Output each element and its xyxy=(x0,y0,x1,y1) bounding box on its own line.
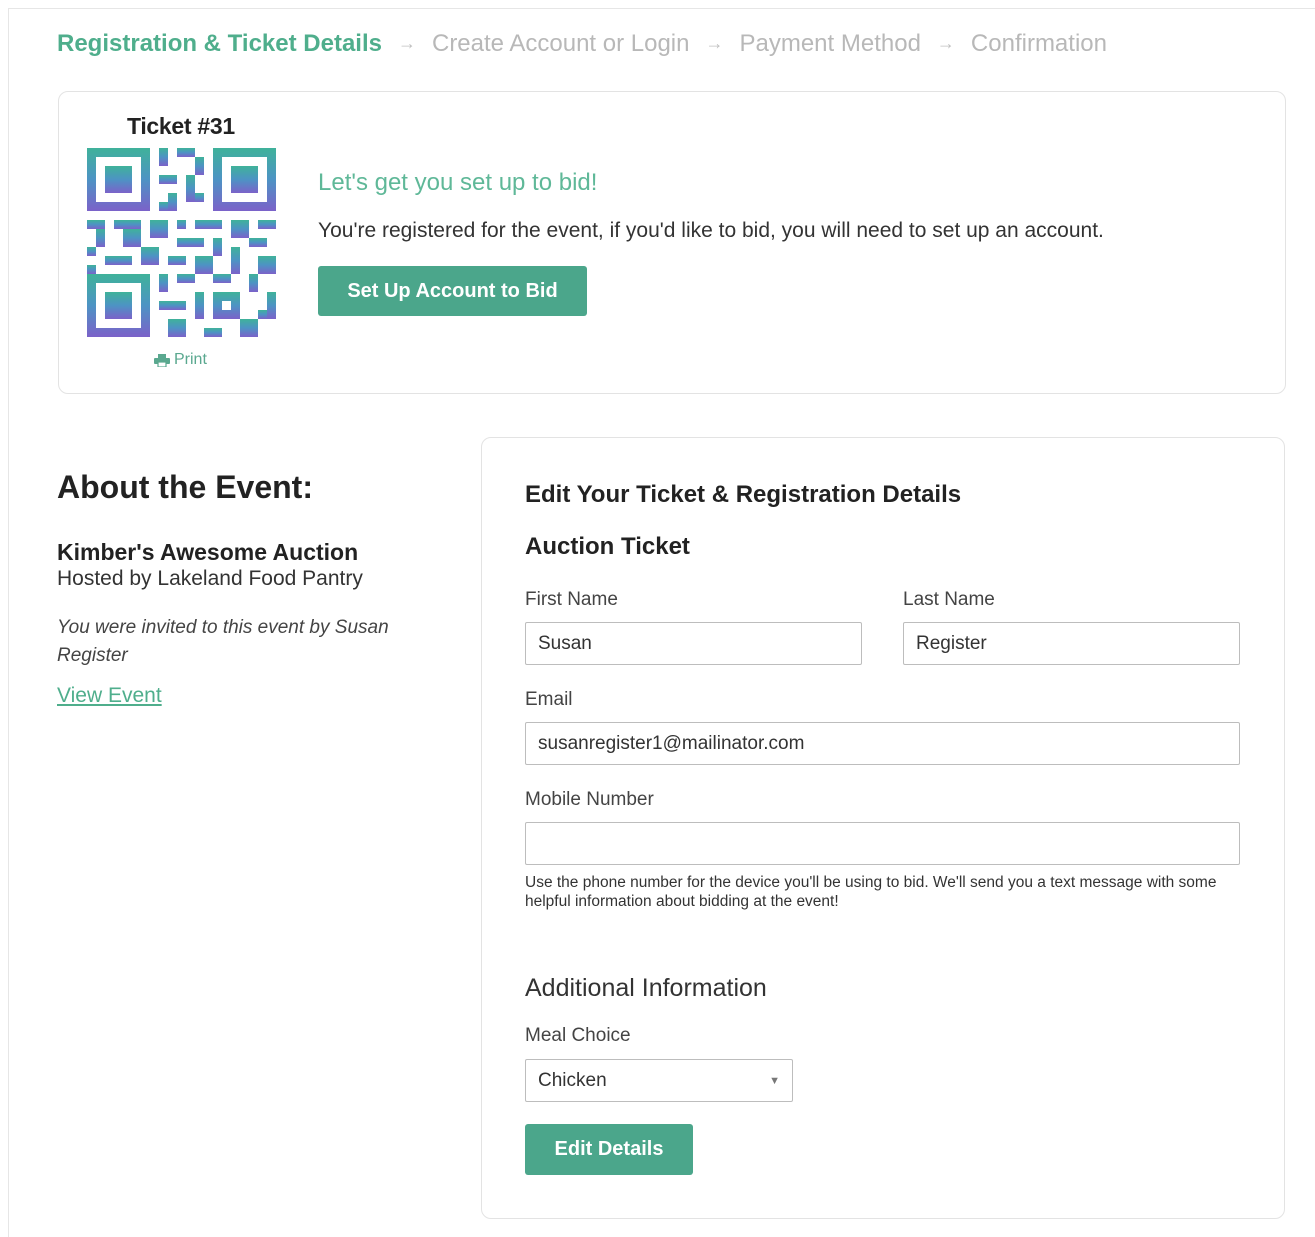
bid-message: You're registered for the event, if you'… xyxy=(318,219,1104,242)
arrow-right-icon: → xyxy=(705,32,724,53)
meal-choice-value: Chicken xyxy=(538,1069,607,1091)
email-label: Email xyxy=(525,689,573,710)
step-registration: Registration & Ticket Details xyxy=(57,30,382,57)
form-title: Edit Your Ticket & Registration Details xyxy=(525,481,962,508)
meal-choice-select[interactable]: Chicken ▼ xyxy=(525,1059,793,1102)
printer-icon xyxy=(154,353,170,367)
progress-steps: Registration & Ticket Details → Create A… xyxy=(57,30,1107,58)
print-link[interactable]: Print xyxy=(154,351,207,369)
hosted-by: Hosted by Lakeland Food Pantry xyxy=(57,567,363,590)
step-create-account: Create Account or Login xyxy=(431,30,690,57)
about-title: About the Event: xyxy=(57,469,313,505)
caret-down-icon: ▼ xyxy=(769,1074,780,1087)
ticket-type-heading: Auction Ticket xyxy=(525,533,690,560)
invited-text: You were invited to this event by Susan … xyxy=(57,617,389,666)
ticket-title: Ticket #31 xyxy=(127,113,235,139)
first-name-label: First Name xyxy=(525,589,618,610)
qr-code-icon xyxy=(87,148,276,337)
additional-info-heading: Additional Information xyxy=(525,974,767,1002)
step-payment-method: Payment Method xyxy=(739,30,921,57)
mobile-label: Mobile Number xyxy=(525,789,654,810)
meal-choice-label: Meal Choice xyxy=(525,1025,631,1046)
print-label: Print xyxy=(174,351,207,368)
bid-heading: Let's get you set up to bid! xyxy=(318,169,598,196)
last-name-label: Last Name xyxy=(903,589,995,610)
mobile-field[interactable] xyxy=(525,822,1240,865)
step-confirmation: Confirmation xyxy=(970,30,1107,57)
mobile-help-text: Use the phone number for the device you'… xyxy=(525,874,1217,910)
event-name: Kimber's Awesome Auction xyxy=(57,539,359,565)
first-name-field[interactable] xyxy=(525,622,862,665)
email-field[interactable] xyxy=(525,722,1240,765)
arrow-right-icon: → xyxy=(397,32,416,53)
view-event-link[interactable]: View Event xyxy=(57,684,162,708)
last-name-field[interactable] xyxy=(903,622,1240,665)
set-up-account-button[interactable]: Set Up Account to Bid xyxy=(318,266,587,316)
edit-details-button[interactable]: Edit Details xyxy=(525,1124,693,1175)
arrow-right-icon: → xyxy=(936,32,955,53)
